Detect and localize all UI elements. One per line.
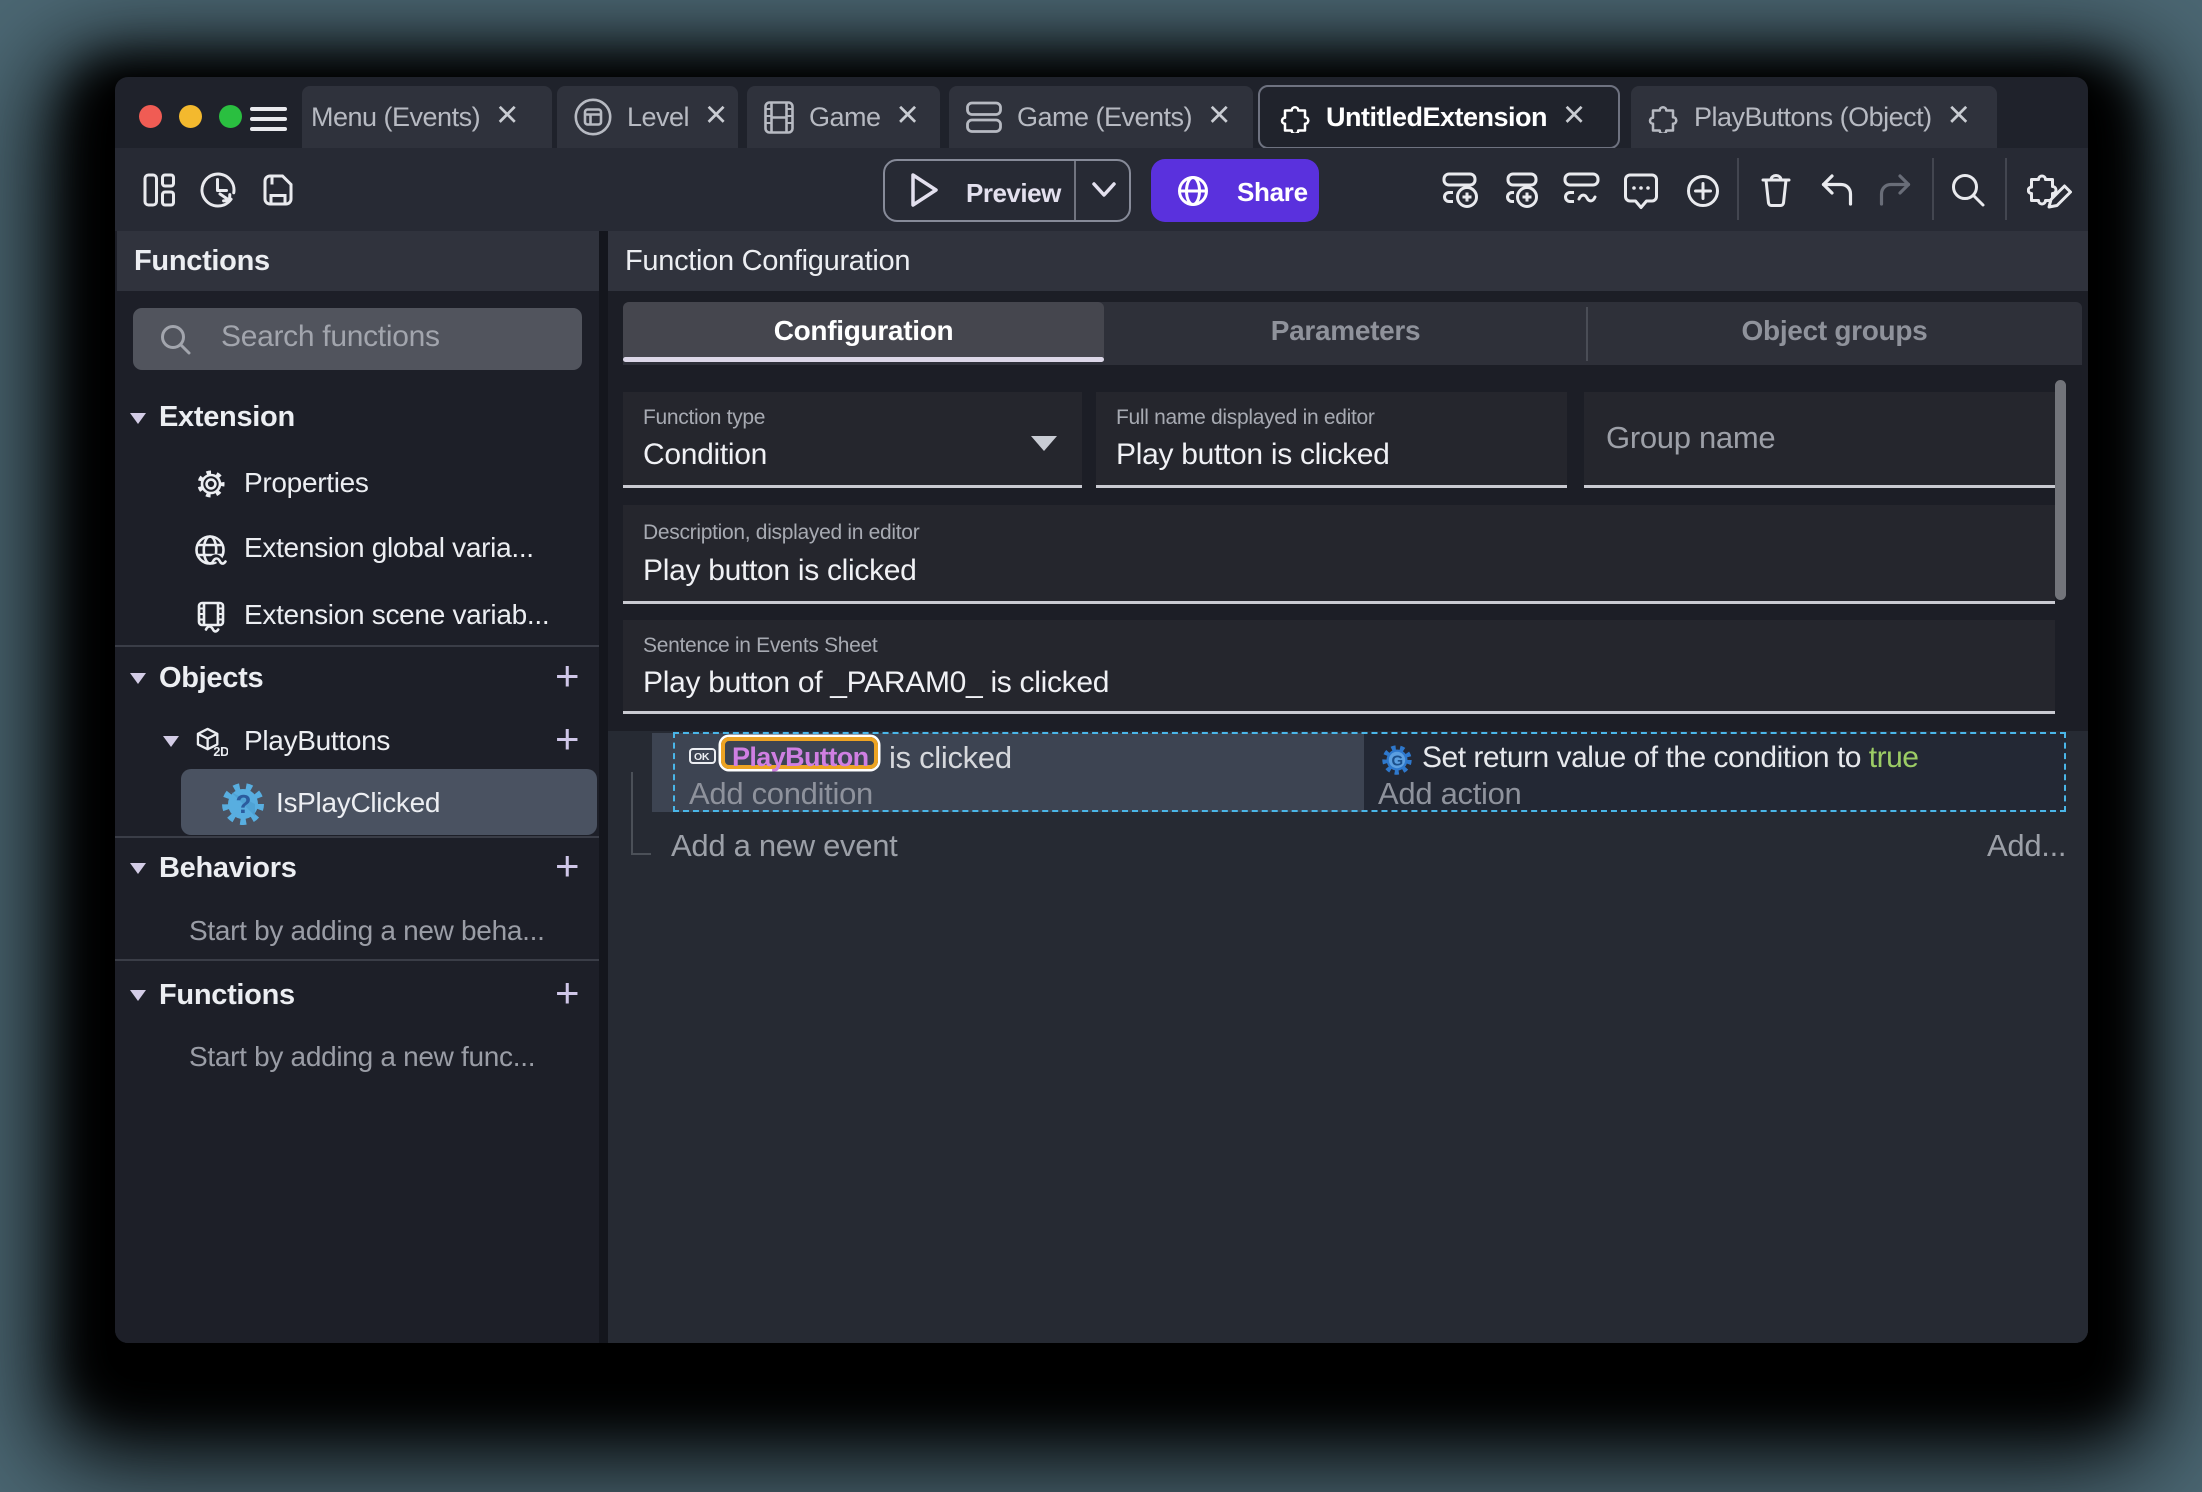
- svg-text:2D: 2D: [213, 745, 228, 757]
- svg-text:OK: OK: [694, 751, 710, 763]
- svg-text:?: ?: [236, 789, 252, 819]
- svg-text:G: G: [1392, 753, 1403, 770]
